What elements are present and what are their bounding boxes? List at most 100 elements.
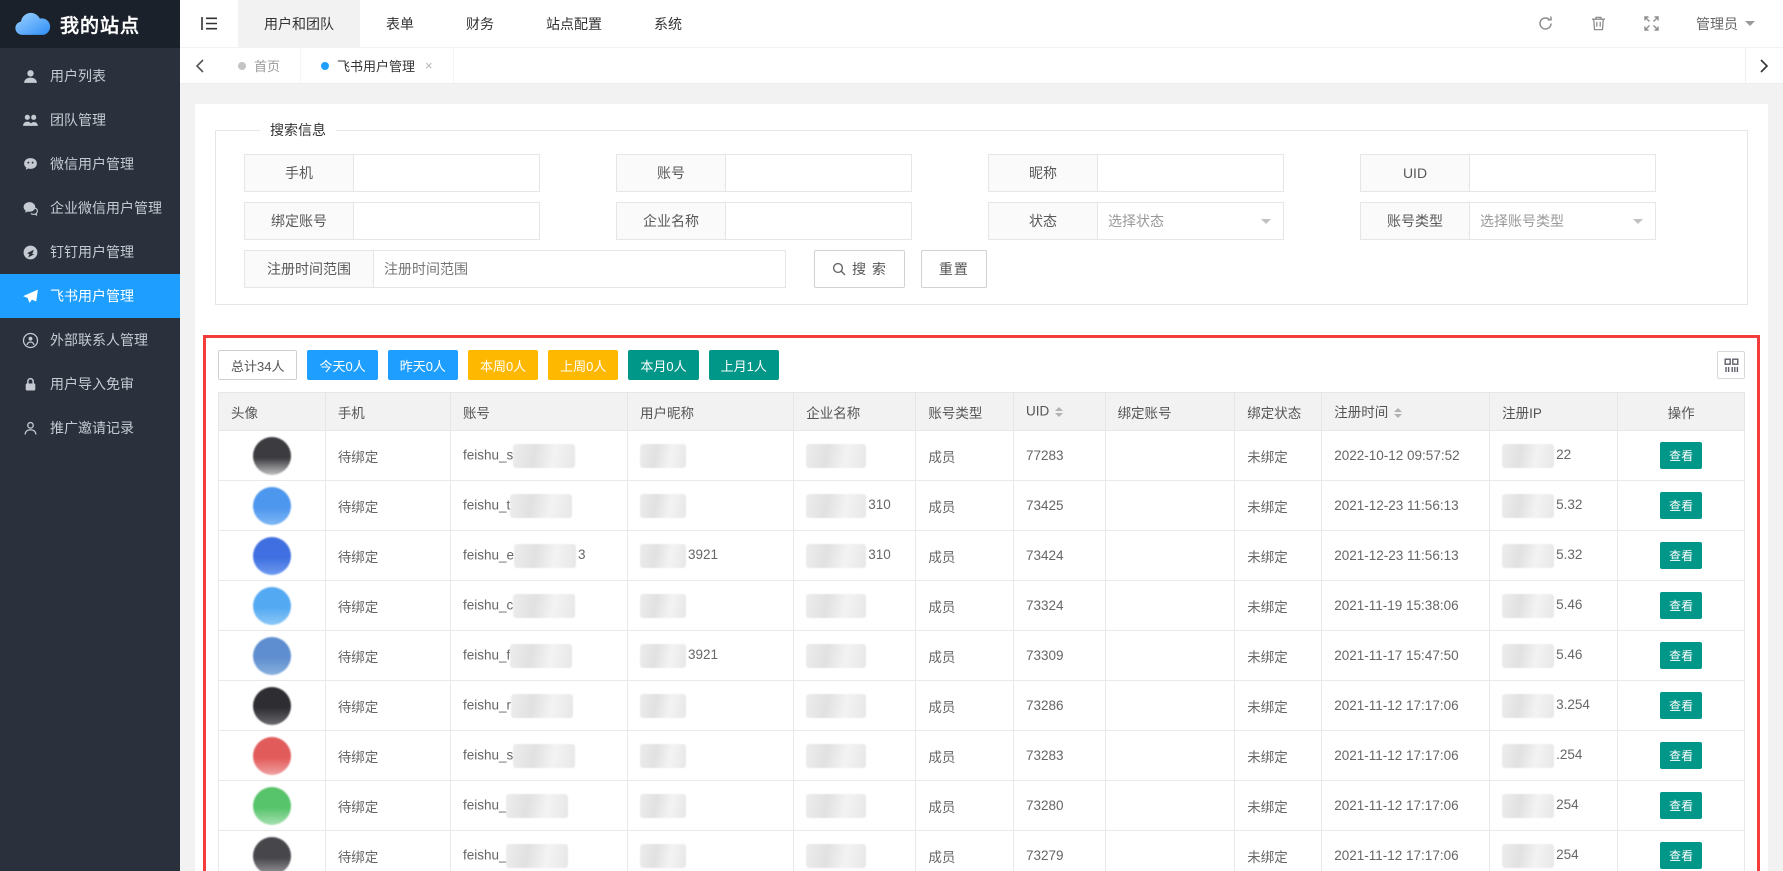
sidebar-item-external-contacts[interactable]: 外部联系人管理 (0, 318, 180, 362)
admin-menu[interactable]: 管理员 (1696, 14, 1755, 34)
stat-button-last-month[interactable]: 上月1人 (709, 350, 779, 380)
field-input-account[interactable] (726, 154, 912, 192)
blurred-text (510, 644, 572, 668)
fullscreen-icon[interactable] (1643, 15, 1660, 32)
tab-label: 首页 (254, 56, 280, 75)
trash-icon[interactable] (1590, 15, 1607, 32)
sidebar-item-invite-records[interactable]: 推广邀请记录 (0, 406, 180, 450)
column-header-reg-time[interactable]: 注册时间 (1322, 393, 1490, 431)
tab-scroll-left[interactable] (180, 48, 218, 83)
column-header-uid[interactable]: UID (1014, 393, 1106, 431)
avatar-cell (219, 681, 326, 731)
sidebar-collapse-button[interactable] (180, 0, 238, 47)
topnav-item-site-config[interactable]: 站点配置 (520, 0, 628, 47)
stat-button-this-month[interactable]: 本月0人 (628, 350, 698, 380)
tab-home[interactable]: 首页 (218, 48, 301, 83)
field-input-bind-account[interactable] (354, 202, 540, 240)
date-range-input[interactable] (374, 250, 786, 288)
sidebar-item-wechat-users[interactable]: 微信用户管理 (0, 142, 180, 186)
blurred-text (806, 494, 866, 518)
reg-ip-tail: 5.32 (1556, 547, 1582, 562)
reg-ip-cell: 5.32 (1490, 531, 1618, 581)
sidebar-item-feishu-users[interactable]: 飞书用户管理 (0, 274, 180, 318)
account-prefix: feishu_c (463, 597, 513, 612)
bind-account-cell (1105, 431, 1235, 481)
blurred-text (511, 694, 573, 718)
stat-button-yesterday[interactable]: 昨天0人 (388, 350, 458, 380)
bind-status-cell: 未绑定 (1235, 431, 1322, 481)
uid-cell: 73424 (1014, 531, 1106, 581)
blurred-text (806, 844, 866, 868)
view-button[interactable]: 查看 (1660, 842, 1702, 869)
column-label: 企业名称 (806, 406, 860, 421)
close-icon[interactable]: × (425, 58, 433, 73)
tab-scroll-right[interactable] (1745, 48, 1783, 83)
reg-ip-tail: 3.254 (1556, 697, 1590, 712)
bind-account-cell (1105, 481, 1235, 531)
company-cell (794, 631, 916, 681)
search-button[interactable]: 搜 索 (814, 250, 905, 288)
tab-dot (238, 62, 246, 70)
bind-status-cell: 未绑定 (1235, 731, 1322, 781)
user-icon (22, 68, 39, 85)
view-button[interactable]: 查看 (1660, 792, 1702, 819)
sidebar-item-team[interactable]: 团队管理 (0, 98, 180, 142)
nickname-tail: 3921 (688, 547, 718, 562)
tab-dot (321, 62, 329, 70)
phone-cell: 待绑定 (325, 681, 450, 731)
table-header-row: 头像手机账号用户昵称企业名称账号类型UID绑定账号绑定状态注册时间注册IP操作 (219, 393, 1745, 431)
phone-cell: 待绑定 (325, 431, 450, 481)
sort-icon[interactable] (1055, 403, 1063, 421)
tab-feishu-users[interactable]: 飞书用户管理× (301, 48, 454, 83)
search-panel-title: 搜索信息 (260, 120, 336, 140)
field-input-company[interactable] (726, 202, 912, 240)
view-button[interactable]: 查看 (1660, 492, 1702, 519)
field-select-status[interactable]: 选择状态 (1098, 202, 1284, 240)
field-input-uid[interactable] (1470, 154, 1656, 192)
view-button[interactable]: 查看 (1660, 542, 1702, 569)
avatar-cell (219, 581, 326, 631)
account-cell: feishu_ (450, 831, 627, 871)
blurred-text (640, 644, 686, 668)
nickname-cell (627, 731, 793, 781)
stat-button-total[interactable]: 总计34人 (218, 350, 297, 380)
sidebar-item-label: 企业微信用户管理 (50, 198, 162, 218)
field-uid: UID (1360, 154, 1656, 192)
field-input-nickname[interactable] (1098, 154, 1284, 192)
phone-cell: 待绑定 (325, 581, 450, 631)
topnav-item-system[interactable]: 系统 (628, 0, 708, 47)
stat-button-today[interactable]: 今天0人 (307, 350, 377, 380)
sort-icon[interactable] (1394, 404, 1402, 422)
stat-button-last-week[interactable]: 上周0人 (548, 350, 618, 380)
sidebar-item-user-import[interactable]: 用户导入免审 (0, 362, 180, 406)
view-button[interactable]: 查看 (1660, 642, 1702, 669)
reset-button[interactable]: 重置 (921, 250, 987, 288)
company-cell (794, 681, 916, 731)
avatar (253, 787, 291, 825)
column-header-reg-ip: 注册IP (1490, 393, 1618, 431)
field-phone: 手机 (244, 154, 540, 192)
field-input-phone[interactable] (354, 154, 540, 192)
chevron-down-icon (1261, 219, 1271, 229)
sidebar-item-user-list[interactable]: 用户列表 (0, 54, 180, 98)
view-button[interactable]: 查看 (1660, 742, 1702, 769)
sort-up-icon (1394, 404, 1402, 412)
field-select-account-type[interactable]: 选择账号类型 (1470, 202, 1656, 240)
view-button[interactable]: 查看 (1660, 442, 1702, 469)
account-prefix: feishu_s (463, 747, 513, 762)
stat-button-this-week[interactable]: 本周0人 (468, 350, 538, 380)
reg-ip-tail: 22 (1556, 447, 1571, 462)
sidebar-item-wework-users[interactable]: 企业微信用户管理 (0, 186, 180, 230)
topnav-item-finance[interactable]: 财务 (440, 0, 520, 47)
topnav-item-users-teams[interactable]: 用户和团队 (238, 0, 360, 47)
column-settings-button[interactable] (1717, 351, 1745, 379)
topnav-item-forms[interactable]: 表单 (360, 0, 440, 47)
reg-ip-cell: 5.46 (1490, 581, 1618, 631)
feishu-icon (22, 288, 39, 305)
company-cell (794, 781, 916, 831)
sidebar-item-dingtalk-users[interactable]: 钉钉用户管理 (0, 230, 180, 274)
tabbar: 首页 飞书用户管理× (180, 48, 1783, 84)
refresh-icon[interactable] (1537, 15, 1554, 32)
view-button[interactable]: 查看 (1660, 592, 1702, 619)
view-button[interactable]: 查看 (1660, 692, 1702, 719)
